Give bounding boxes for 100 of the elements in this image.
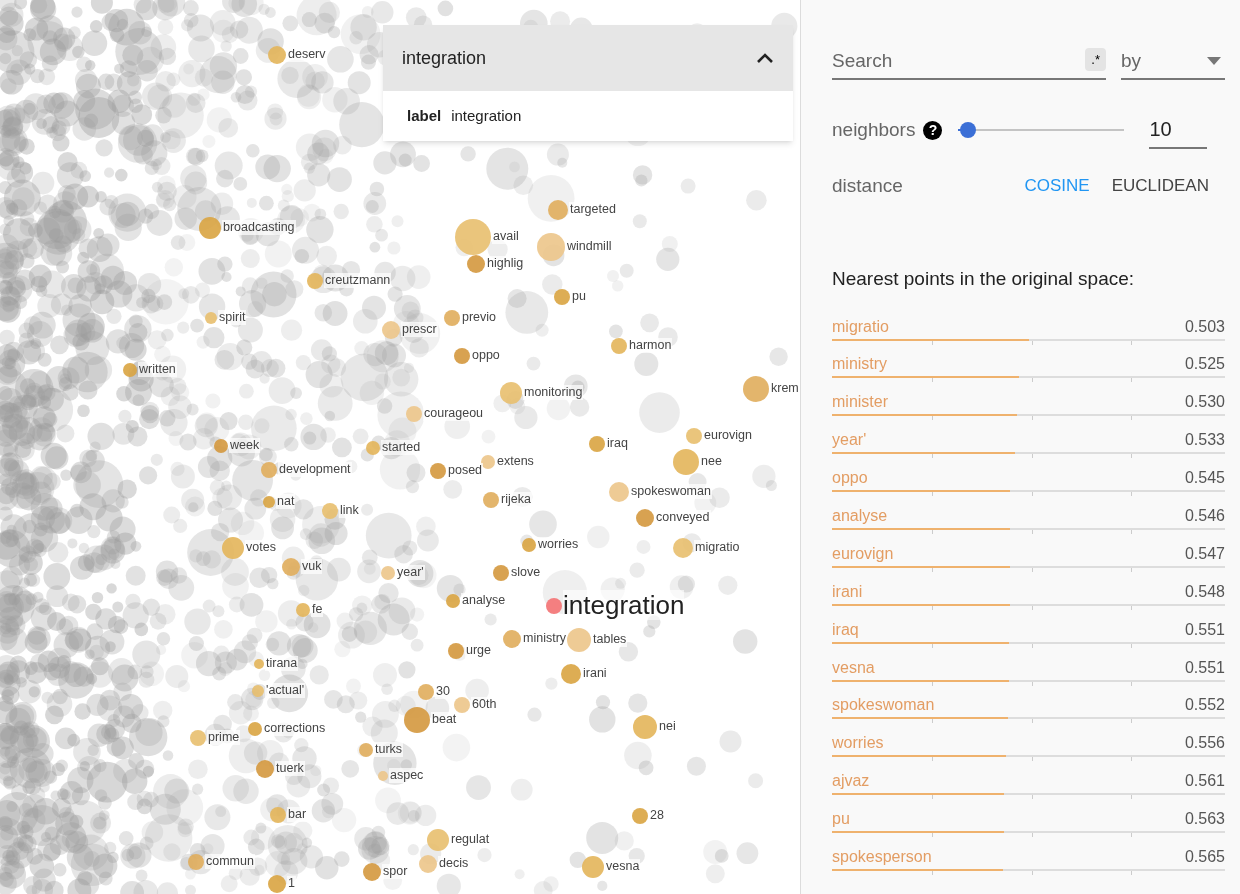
point-label: previo — [461, 310, 498, 325]
point-marker[interactable] — [633, 715, 657, 739]
point-marker[interactable] — [254, 659, 264, 669]
point-marker[interactable] — [252, 685, 264, 697]
search-field[interactable]: Search .* — [832, 44, 1106, 80]
point-marker[interactable] — [419, 855, 437, 873]
point-marker[interactable] — [205, 312, 217, 324]
chevron-up-icon[interactable] — [756, 52, 774, 64]
regex-toggle[interactable]: .* — [1085, 47, 1106, 72]
point-label: avail — [492, 229, 520, 244]
neighbor-link[interactable]: spokesperson — [832, 844, 932, 869]
point-marker[interactable] — [448, 643, 464, 659]
help-icon[interactable]: ? — [923, 120, 943, 140]
point-marker[interactable] — [483, 492, 499, 508]
point-marker[interactable] — [686, 428, 702, 444]
point-label: 30 — [435, 684, 451, 699]
neighbors-slider[interactable] — [958, 121, 1125, 139]
point-marker[interactable] — [561, 664, 581, 684]
point-marker[interactable] — [632, 808, 648, 824]
point-marker[interactable] — [503, 630, 521, 648]
point-marker[interactable] — [546, 598, 562, 614]
point-marker[interactable] — [366, 441, 380, 455]
point-marker[interactable] — [467, 255, 485, 273]
point-label: prime — [207, 730, 241, 745]
point-marker[interactable] — [554, 289, 570, 305]
point-marker[interactable] — [282, 558, 300, 576]
point-marker[interactable] — [268, 875, 286, 893]
point-marker[interactable] — [636, 509, 654, 527]
neighbor-link[interactable]: migratio — [832, 314, 889, 339]
point-marker[interactable] — [582, 856, 604, 878]
point-marker[interactable] — [481, 455, 495, 469]
point-marker[interactable] — [406, 406, 422, 422]
neighbor-link[interactable]: spokeswoman — [832, 693, 935, 718]
point-marker[interactable] — [444, 310, 460, 326]
neighbor-link[interactable]: analyse — [832, 503, 888, 528]
neighbor-link[interactable]: eurovign — [832, 541, 894, 566]
point-marker[interactable] — [455, 219, 491, 255]
point-marker[interactable] — [589, 436, 605, 452]
neighbor-link[interactable]: ajvaz — [832, 769, 870, 794]
point-marker[interactable] — [493, 565, 509, 581]
point-marker[interactable] — [673, 449, 699, 475]
point-marker[interactable] — [381, 566, 395, 580]
point-marker[interactable] — [567, 628, 591, 652]
point-marker[interactable] — [404, 707, 430, 733]
point-marker[interactable] — [363, 863, 381, 881]
point-marker[interactable] — [263, 496, 275, 508]
point-marker[interactable] — [378, 771, 388, 781]
point-marker[interactable] — [611, 338, 627, 354]
neighbor-link[interactable]: iraq — [832, 617, 859, 642]
point-label: ministry — [522, 631, 568, 646]
point-marker[interactable] — [214, 439, 228, 453]
point-marker[interactable] — [382, 321, 400, 339]
point-marker[interactable] — [268, 46, 286, 64]
point-label: migratio — [694, 540, 741, 555]
distance-option[interactable]: COSINE — [1024, 173, 1090, 199]
by-dropdown[interactable]: by — [1121, 44, 1225, 80]
point-marker[interactable] — [743, 376, 769, 402]
neighbors-input[interactable]: 10 — [1149, 111, 1208, 149]
dropdown-arrow-icon — [1207, 57, 1221, 65]
distance-option[interactable]: EUCLIDEAN — [1111, 173, 1209, 199]
point-marker[interactable] — [199, 217, 221, 239]
point-marker[interactable] — [522, 538, 536, 552]
neighbor-link[interactable]: year' — [832, 428, 867, 453]
point-label: tables — [592, 632, 628, 647]
point-marker[interactable] — [188, 854, 204, 870]
point-label: conveyed — [655, 510, 711, 525]
neighbor-link[interactable]: pu — [832, 807, 850, 832]
point-marker[interactable] — [248, 722, 262, 736]
point-label: bar — [287, 807, 308, 822]
neighbor-link[interactable]: vesna — [832, 655, 875, 680]
point-marker[interactable] — [500, 382, 522, 404]
neighbors-label: neighbors — [832, 117, 916, 142]
point-marker[interactable] — [359, 743, 373, 757]
point-marker[interactable] — [427, 829, 449, 851]
neighbor-link[interactable]: ministry — [832, 352, 888, 377]
neighbor-link[interactable]: irani — [832, 579, 863, 604]
neighbor-link[interactable]: oppo — [832, 466, 868, 491]
neighbor-link[interactable]: worries — [832, 731, 884, 756]
point-marker[interactable] — [307, 273, 323, 289]
point-marker[interactable] — [322, 503, 338, 519]
point-marker[interactable] — [548, 200, 568, 220]
point-marker[interactable] — [270, 807, 286, 823]
point-label: tirana — [265, 656, 299, 671]
point-marker[interactable] — [609, 482, 629, 502]
point-marker[interactable] — [454, 697, 470, 713]
point-marker[interactable] — [430, 463, 446, 479]
point-marker[interactable] — [446, 594, 460, 608]
point-marker[interactable] — [261, 462, 277, 478]
point-marker[interactable] — [537, 233, 565, 261]
point-marker[interactable] — [256, 760, 274, 778]
slider-thumb[interactable] — [960, 122, 977, 138]
point-marker[interactable] — [418, 684, 434, 700]
neighbor-link[interactable]: minister — [832, 390, 888, 415]
point-marker[interactable] — [123, 363, 137, 377]
point-marker[interactable] — [673, 538, 693, 558]
point-label: aspec — [389, 768, 425, 783]
point-marker[interactable] — [454, 348, 470, 364]
point-marker[interactable] — [222, 537, 244, 559]
point-marker[interactable] — [190, 730, 206, 746]
point-marker[interactable] — [296, 603, 310, 617]
